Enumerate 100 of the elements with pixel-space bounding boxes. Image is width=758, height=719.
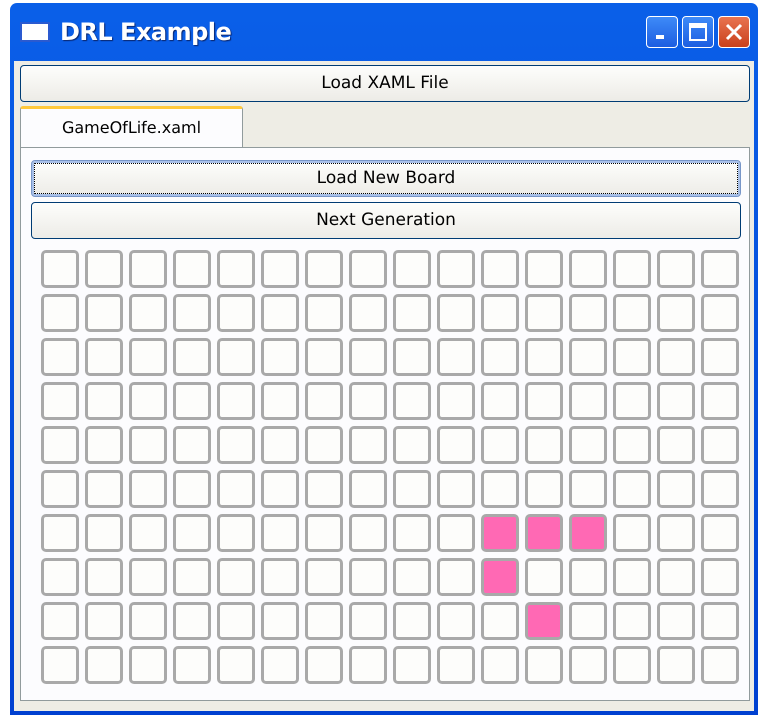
- board-cell[interactable]: [701, 250, 739, 288]
- board-cell[interactable]: [437, 646, 475, 684]
- board-cell[interactable]: [261, 470, 299, 508]
- board-cell[interactable]: [217, 602, 255, 640]
- board-cell[interactable]: [481, 338, 519, 376]
- board-cell[interactable]: [393, 514, 431, 552]
- board-cell[interactable]: [701, 602, 739, 640]
- board-cell[interactable]: [349, 646, 387, 684]
- board-cell[interactable]: [261, 338, 299, 376]
- board-cell[interactable]: [305, 470, 343, 508]
- board-cell[interactable]: [173, 470, 211, 508]
- board-cell[interactable]: [173, 602, 211, 640]
- board-cell[interactable]: [613, 426, 651, 464]
- board-cell[interactable]: [701, 514, 739, 552]
- board-cell[interactable]: [437, 558, 475, 596]
- board-cell[interactable]: [305, 338, 343, 376]
- board-cell[interactable]: [129, 646, 167, 684]
- board-cell[interactable]: [481, 514, 519, 552]
- board-cell[interactable]: [261, 602, 299, 640]
- board-cell[interactable]: [349, 514, 387, 552]
- board-cell[interactable]: [349, 602, 387, 640]
- board-cell[interactable]: [657, 514, 695, 552]
- board-cell[interactable]: [41, 250, 79, 288]
- board-cell[interactable]: [261, 558, 299, 596]
- board-cell[interactable]: [41, 426, 79, 464]
- board-cell[interactable]: [129, 514, 167, 552]
- board-cell[interactable]: [217, 250, 255, 288]
- board-cell[interactable]: [393, 426, 431, 464]
- action-button[interactable]: Load New Board: [31, 160, 741, 197]
- board-cell[interactable]: [41, 338, 79, 376]
- board-cell[interactable]: [41, 514, 79, 552]
- board-cell[interactable]: [481, 250, 519, 288]
- board-cell[interactable]: [613, 294, 651, 332]
- board-cell[interactable]: [173, 250, 211, 288]
- board-cell[interactable]: [525, 426, 563, 464]
- board-cell[interactable]: [85, 558, 123, 596]
- board-cell[interactable]: [393, 470, 431, 508]
- board-cell[interactable]: [173, 514, 211, 552]
- board-cell[interactable]: [305, 514, 343, 552]
- board-cell[interactable]: [305, 602, 343, 640]
- board-cell[interactable]: [217, 294, 255, 332]
- board-cell[interactable]: [261, 250, 299, 288]
- board-cell[interactable]: [569, 338, 607, 376]
- board-cell[interactable]: [129, 470, 167, 508]
- board-cell[interactable]: [349, 470, 387, 508]
- board-cell[interactable]: [85, 338, 123, 376]
- board-cell[interactable]: [437, 250, 475, 288]
- board-cell[interactable]: [701, 470, 739, 508]
- board-cell[interactable]: [613, 382, 651, 420]
- board-cell[interactable]: [613, 558, 651, 596]
- board-cell[interactable]: [129, 250, 167, 288]
- board-cell[interactable]: [305, 646, 343, 684]
- board-cell[interactable]: [393, 250, 431, 288]
- board-cell[interactable]: [305, 426, 343, 464]
- board-cell[interactable]: [569, 558, 607, 596]
- board-cell[interactable]: [569, 646, 607, 684]
- board-cell[interactable]: [701, 426, 739, 464]
- board-cell[interactable]: [85, 602, 123, 640]
- board-cell[interactable]: [481, 382, 519, 420]
- board-cell[interactable]: [349, 250, 387, 288]
- board-cell[interactable]: [41, 646, 79, 684]
- board-cell[interactable]: [349, 382, 387, 420]
- board-cell[interactable]: [349, 294, 387, 332]
- board-cell[interactable]: [349, 338, 387, 376]
- board-cell[interactable]: [393, 338, 431, 376]
- board-cell[interactable]: [481, 646, 519, 684]
- board-cell[interactable]: [85, 294, 123, 332]
- board-cell[interactable]: [701, 382, 739, 420]
- board-cell[interactable]: [437, 382, 475, 420]
- board-cell[interactable]: [569, 382, 607, 420]
- board-cell[interactable]: [261, 382, 299, 420]
- board-cell[interactable]: [173, 558, 211, 596]
- board-cell[interactable]: [701, 294, 739, 332]
- maximize-button[interactable]: [682, 16, 714, 48]
- board-cell[interactable]: [569, 426, 607, 464]
- board-cell[interactable]: [85, 646, 123, 684]
- board-cell[interactable]: [261, 514, 299, 552]
- board-cell[interactable]: [261, 426, 299, 464]
- board-cell[interactable]: [481, 558, 519, 596]
- board-cell[interactable]: [437, 602, 475, 640]
- board-cell[interactable]: [173, 382, 211, 420]
- board-cell[interactable]: [349, 558, 387, 596]
- board-cell[interactable]: [437, 294, 475, 332]
- board-cell[interactable]: [173, 338, 211, 376]
- board-cell[interactable]: [657, 382, 695, 420]
- board-cell[interactable]: [129, 426, 167, 464]
- close-button[interactable]: [718, 16, 750, 48]
- board-cell[interactable]: [613, 250, 651, 288]
- board-cell[interactable]: [525, 602, 563, 640]
- board-cell[interactable]: [393, 294, 431, 332]
- board-cell[interactable]: [261, 646, 299, 684]
- board-cell[interactable]: [437, 514, 475, 552]
- board-cell[interactable]: [217, 426, 255, 464]
- board-cell[interactable]: [217, 382, 255, 420]
- board-cell[interactable]: [569, 514, 607, 552]
- minimize-button[interactable]: [646, 16, 678, 48]
- board-cell[interactable]: [261, 294, 299, 332]
- board-cell[interactable]: [569, 470, 607, 508]
- board-cell[interactable]: [85, 250, 123, 288]
- board-cell[interactable]: [701, 558, 739, 596]
